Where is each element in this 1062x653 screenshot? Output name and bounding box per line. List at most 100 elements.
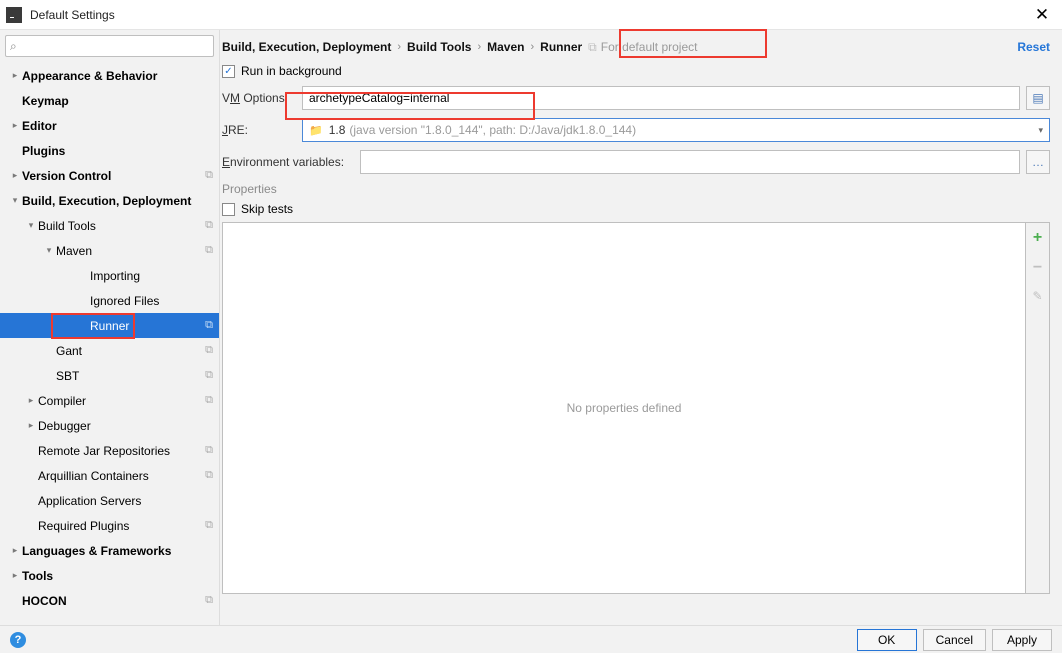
- chevron-down-icon: ▾: [8, 195, 22, 206]
- env-vars-label: Environment variables:: [222, 155, 360, 169]
- chevron-right-icon: ▸: [8, 120, 22, 131]
- chevron-right-icon: ▸: [8, 545, 22, 556]
- crumb-3[interactable]: Runner: [540, 40, 582, 54]
- copy-icon: ⧉: [205, 469, 213, 482]
- tree-item-label: Keymap: [22, 94, 69, 108]
- tree-item-label: Remote Jar Repositories: [38, 444, 170, 458]
- copy-icon: ⧉: [588, 40, 597, 55]
- tree-item-label: Build, Execution, Deployment: [22, 194, 191, 208]
- tree-item-label: Arquillian Containers: [38, 469, 149, 483]
- tree-item-label: Appearance & Behavior: [22, 69, 157, 83]
- expand-editor-icon[interactable]: ▤: [1026, 86, 1050, 110]
- no-properties-text: No properties defined: [567, 401, 682, 415]
- app-icon: [6, 7, 22, 23]
- tree-item-appearance-behavior[interactable]: ▸Appearance & Behavior: [0, 63, 219, 88]
- tree-item-gant[interactable]: Gant⧉: [0, 338, 219, 363]
- tree-item-label: Application Servers: [38, 494, 141, 508]
- tree-item-arquillian-containers[interactable]: Arquillian Containers ⧉: [0, 463, 219, 488]
- env-browse-button[interactable]: …: [1026, 150, 1050, 174]
- default-project-label: ⧉ For default project: [588, 40, 697, 55]
- breadcrumb: Build, Execution, Deployment › Build Too…: [220, 30, 1062, 64]
- chevron-right-icon: ▸: [24, 420, 38, 431]
- copy-icon: ⧉: [205, 444, 213, 457]
- properties-section-label: Properties: [222, 182, 1050, 196]
- chevron-right-icon: ›: [391, 41, 407, 53]
- tree-item-languages-frameworks[interactable]: ▸Languages & Frameworks: [0, 538, 219, 563]
- tree-item-label: Compiler: [38, 394, 86, 408]
- run-background-label: Run in background: [241, 64, 342, 78]
- copy-icon: ⧉: [205, 344, 213, 357]
- crumb-2[interactable]: Maven: [487, 40, 524, 54]
- remove-icon: −: [1033, 259, 1042, 277]
- settings-tree: ▸Appearance & BehaviorKeymap▸EditorPlugi…: [0, 61, 219, 625]
- window-title: Default Settings: [30, 8, 115, 22]
- tree-item-label: Debugger: [38, 419, 91, 433]
- edit-icon: ✎: [1032, 289, 1042, 303]
- tree-item-hocon[interactable]: HOCON ⧉: [0, 588, 219, 613]
- tree-item-editor[interactable]: ▸Editor: [0, 113, 219, 138]
- tree-item-version-control[interactable]: ▸Version Control⧉: [0, 163, 219, 188]
- tree-item-sbt[interactable]: SBT ⧉: [0, 363, 219, 388]
- tree-item-label: Plugins: [22, 144, 65, 158]
- apply-button[interactable]: Apply: [992, 629, 1052, 651]
- help-icon[interactable]: ?: [10, 632, 26, 648]
- run-background-checkbox[interactable]: ✓: [222, 65, 235, 78]
- chevron-right-icon: ▸: [8, 570, 22, 581]
- properties-list[interactable]: No properties defined: [222, 222, 1026, 594]
- vm-options-label: VM Options:: [222, 91, 302, 105]
- search-input[interactable]: [5, 35, 214, 57]
- jre-label: JRE:: [222, 123, 302, 137]
- copy-icon: ⧉: [205, 219, 213, 232]
- copy-icon: ⧉: [205, 519, 213, 532]
- tree-item-application-servers[interactable]: Application Servers: [0, 488, 219, 513]
- chevron-right-icon: ›: [471, 41, 487, 53]
- vm-options-input[interactable]: [302, 86, 1020, 110]
- chevron-down-icon: ▾: [42, 245, 56, 256]
- close-icon[interactable]: ✕: [1022, 0, 1062, 30]
- tree-item-maven[interactable]: ▾Maven⧉: [0, 238, 219, 263]
- tree-item-compiler[interactable]: ▸Compiler ⧉: [0, 388, 219, 413]
- chevron-down-icon: ▾: [24, 220, 38, 231]
- tree-item-label: Tools: [22, 569, 53, 583]
- copy-icon: ⧉: [205, 319, 213, 332]
- tree-item-label: SBT: [56, 369, 79, 383]
- tree-item-label: Editor: [22, 119, 57, 133]
- jre-select[interactable]: 📁 1.8 (java version "1.8.0_144", path: D…: [302, 118, 1050, 142]
- chevron-right-icon: ▸: [24, 395, 38, 406]
- tree-item-importing[interactable]: Importing: [0, 263, 219, 288]
- env-vars-input[interactable]: [360, 150, 1020, 174]
- tree-item-runner[interactable]: Runner ⧉: [0, 313, 219, 338]
- properties-toolbar: + − ✎: [1026, 222, 1050, 594]
- reset-link[interactable]: Reset: [1017, 40, 1050, 54]
- tree-item-label: Required Plugins: [38, 519, 129, 533]
- copy-icon: ⧉: [205, 169, 213, 182]
- tree-item-label: Build Tools: [38, 219, 96, 233]
- cancel-button[interactable]: Cancel: [923, 629, 986, 651]
- tree-item-label: Ignored Files: [90, 294, 159, 308]
- tree-item-ignored-files[interactable]: Ignored Files: [0, 288, 219, 313]
- copy-icon: ⧉: [205, 369, 213, 382]
- crumb-0[interactable]: Build, Execution, Deployment: [222, 40, 391, 54]
- tree-item-label: HOCON: [22, 594, 67, 608]
- chevron-right-icon: ›: [525, 41, 541, 53]
- add-icon[interactable]: +: [1033, 229, 1042, 247]
- tree-item-label: Importing: [90, 269, 140, 283]
- tree-item-required-plugins[interactable]: Required Plugins ⧉: [0, 513, 219, 538]
- tree-item-build-execution-deployment[interactable]: ▾Build, Execution, Deployment: [0, 188, 219, 213]
- tree-item-keymap[interactable]: Keymap: [0, 88, 219, 113]
- tree-item-label: Runner: [90, 319, 129, 333]
- ok-button[interactable]: OK: [857, 629, 917, 651]
- tree-item-label: Version Control: [22, 169, 111, 183]
- copy-icon: ⧉: [205, 394, 213, 407]
- crumb-1[interactable]: Build Tools: [407, 40, 471, 54]
- tree-item-debugger[interactable]: ▸Debugger: [0, 413, 219, 438]
- chevron-right-icon: ▸: [8, 70, 22, 81]
- tree-item-tools[interactable]: ▸Tools: [0, 563, 219, 588]
- skip-tests-checkbox[interactable]: ✓: [222, 203, 235, 216]
- tree-item-remote-jar-repositories[interactable]: Remote Jar Repositories ⧉: [0, 438, 219, 463]
- copy-icon: ⧉: [205, 244, 213, 257]
- tree-item-build-tools[interactable]: ▾Build Tools ⧉: [0, 213, 219, 238]
- copy-icon: ⧉: [205, 594, 213, 607]
- tree-item-plugins[interactable]: Plugins: [0, 138, 219, 163]
- chevron-down-icon: ▾: [1038, 125, 1043, 136]
